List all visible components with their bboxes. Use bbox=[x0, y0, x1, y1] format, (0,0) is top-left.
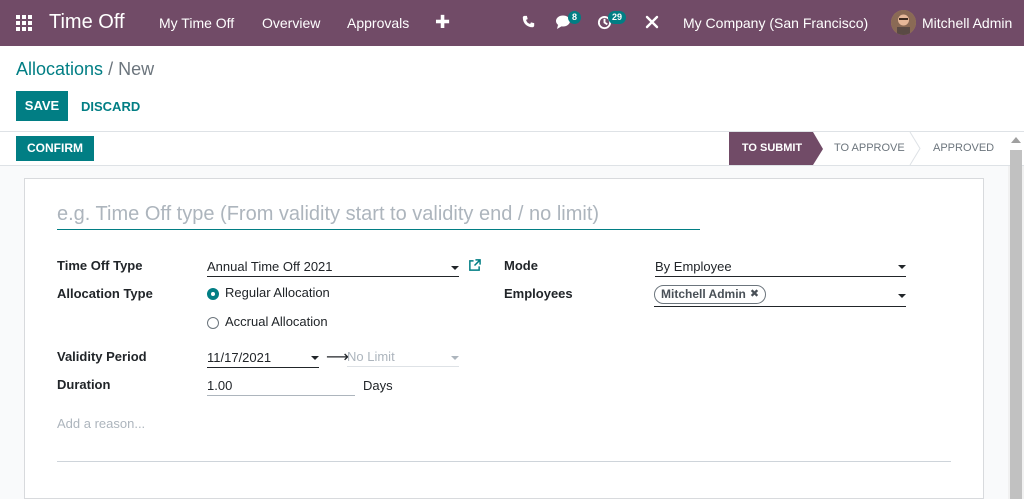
arrow-right-icon: ⟶ bbox=[326, 349, 349, 366]
breadcrumb-current: New bbox=[118, 59, 155, 79]
menu-overview[interactable]: Overview bbox=[262, 15, 320, 31]
menu-approvals[interactable]: Approvals bbox=[347, 15, 409, 31]
app-name[interactable]: Time Off bbox=[49, 11, 125, 34]
duration-unit: Days bbox=[363, 378, 393, 393]
save-button[interactable]: SAVE bbox=[16, 91, 68, 121]
stage-approved[interactable]: APPROVED bbox=[933, 132, 994, 165]
remove-tag-icon[interactable]: ✖ bbox=[750, 286, 759, 303]
user-name[interactable]: Mitchell Admin bbox=[922, 15, 1012, 31]
reason-input[interactable]: Add a reason... bbox=[57, 416, 145, 431]
duration-input[interactable]: 1.00 bbox=[207, 376, 355, 396]
plus-icon[interactable]: ✚ bbox=[435, 12, 450, 33]
apps-menu-icon[interactable] bbox=[16, 15, 32, 31]
validity-end-field[interactable]: No Limit bbox=[347, 349, 459, 367]
employee-tag-label: Mitchell Admin bbox=[661, 287, 746, 301]
duration-label: Duration bbox=[57, 377, 111, 392]
scrollbar-thumb[interactable] bbox=[1010, 150, 1022, 499]
external-link-icon[interactable] bbox=[468, 259, 481, 275]
phone-icon[interactable] bbox=[522, 15, 535, 31]
allocation-type-label: Allocation Type bbox=[57, 286, 153, 301]
chevron-down-icon[interactable] bbox=[898, 294, 906, 298]
mode-label: Mode bbox=[504, 258, 538, 273]
allocation-name-input[interactable]: e.g. Time Off type (From validity start … bbox=[57, 203, 700, 230]
chat-badge: 8 bbox=[568, 11, 582, 24]
stage-arrow bbox=[813, 132, 823, 165]
employee-tag: Mitchell Admin ✖ bbox=[654, 285, 767, 304]
radio-accrual-allocation[interactable] bbox=[207, 317, 219, 329]
top-navbar: Time Off My Time Off Overview Approvals … bbox=[0, 0, 1024, 46]
user-avatar[interactable] bbox=[891, 10, 916, 35]
confirm-button[interactable]: CONFIRM bbox=[16, 136, 94, 161]
mode-select[interactable]: By Employee bbox=[655, 257, 906, 277]
stage-chevron bbox=[909, 132, 921, 165]
activity-badge: 29 bbox=[608, 11, 627, 24]
time-off-type-label: Time Off Type bbox=[57, 258, 143, 273]
radio-regular-allocation[interactable] bbox=[207, 288, 219, 300]
chevron-down-icon[interactable] bbox=[898, 265, 906, 269]
accrual-allocation-label[interactable]: Accrual Allocation bbox=[225, 314, 328, 329]
reason-divider bbox=[57, 461, 951, 462]
discard-button[interactable]: DISCARD bbox=[81, 99, 140, 114]
breadcrumb-allocations[interactable]: Allocations bbox=[16, 59, 103, 79]
menu-my-time-off[interactable]: My Time Off bbox=[159, 15, 234, 31]
regular-allocation-label[interactable]: Regular Allocation bbox=[225, 285, 330, 300]
chevron-down-icon[interactable] bbox=[451, 266, 459, 270]
stage-to-approve[interactable]: TO APPROVE bbox=[834, 132, 905, 165]
employees-label: Employees bbox=[504, 286, 573, 301]
stage-to-submit[interactable]: TO SUBMIT bbox=[729, 132, 813, 165]
scroll-up-icon[interactable] bbox=[1011, 137, 1021, 143]
breadcrumb-separator: / bbox=[108, 59, 114, 79]
chevron-down-icon[interactable] bbox=[311, 356, 319, 360]
tools-icon[interactable] bbox=[645, 15, 659, 32]
breadcrumb: Allocations / New bbox=[16, 59, 154, 80]
chevron-down-icon[interactable] bbox=[451, 356, 459, 360]
validity-period-label: Validity Period bbox=[57, 349, 147, 364]
validity-start-field[interactable]: 11/17/2021 bbox=[207, 348, 319, 368]
company-switcher[interactable]: My Company (San Francisco) bbox=[683, 15, 868, 31]
time-off-type-field[interactable]: Annual Time Off 2021 bbox=[207, 257, 459, 277]
